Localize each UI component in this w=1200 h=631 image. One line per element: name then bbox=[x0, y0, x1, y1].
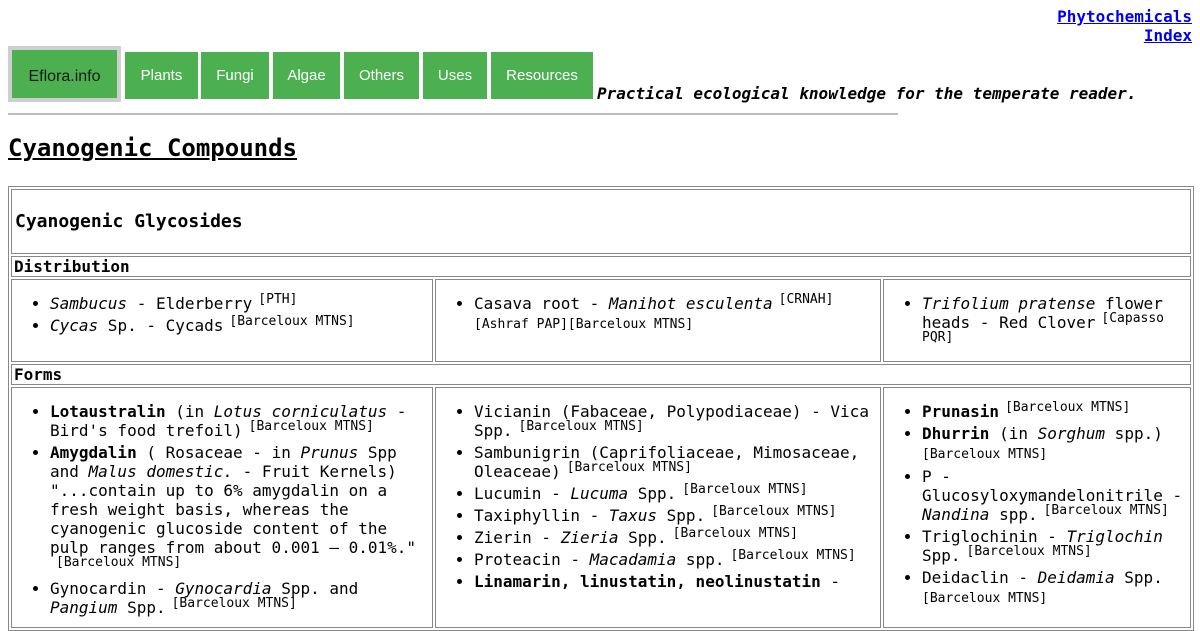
citation: [Barceloux MTNS] bbox=[518, 418, 644, 434]
list-item: Gynocardin - Gynocardia Spp. and Pangium… bbox=[50, 579, 428, 617]
citation: [Barceloux MTNS] bbox=[682, 481, 808, 497]
list-item: Cycas Sp. - Cycads[Barceloux MTNS] bbox=[50, 313, 428, 335]
forms-col2: Vicianin (Fabaceae, Polypodiaceae) - Vic… bbox=[435, 387, 881, 628]
list-item: Linamarin, linustatin, neolinustatin - bbox=[474, 572, 876, 591]
nav-plants-button[interactable]: Plants bbox=[125, 52, 198, 99]
list-item: Proteacin - Macadamia spp.[Barceloux MTN… bbox=[474, 547, 876, 569]
citation: [PTH] bbox=[258, 291, 298, 307]
citation: [Barceloux MTNS] bbox=[672, 525, 798, 541]
citation: [Barceloux MTNS] bbox=[566, 459, 692, 475]
forms-label: Forms bbox=[11, 364, 1191, 385]
list-item: Lucumin - Lucuma Spp.[Barceloux MTNS] bbox=[474, 481, 876, 503]
nav-fungi-button[interactable]: Fungi bbox=[201, 52, 269, 99]
nav-home-button[interactable]: Eflora.info bbox=[8, 46, 121, 102]
list-item: Dhurrin (in Sorghum spp.)[Barceloux MTNS… bbox=[922, 424, 1186, 464]
citation: [Barceloux MTNS] bbox=[922, 591, 1048, 606]
compounds-table: Cyanogenic Glycosides Distribution Sambu… bbox=[8, 186, 1194, 631]
list-item: Casava root - Manihot esculenta[CRNAH][A… bbox=[474, 291, 876, 334]
nav-uses-button[interactable]: Uses bbox=[423, 52, 487, 99]
list-item: Prunasin[Barceloux MTNS] bbox=[922, 399, 1186, 421]
list-item: Deidaclin - Deidamia Spp.[Barceloux MTNS… bbox=[922, 568, 1186, 608]
citation: [Barceloux MTNS] bbox=[711, 503, 837, 519]
citation: [CRNAH] bbox=[778, 291, 834, 307]
phytochemicals-index-link[interactable]: Phytochemicals Index bbox=[1057, 7, 1192, 45]
phytochemicals-index-line2[interactable]: Index bbox=[1144, 26, 1192, 45]
citation: [Barceloux MTNS] bbox=[229, 313, 355, 329]
nav-others-button[interactable]: Others bbox=[344, 52, 419, 99]
list-item: Trifolium pratense flower heads - Red Cl… bbox=[922, 294, 1186, 351]
citation: [Barceloux MTNS] bbox=[1043, 502, 1169, 518]
citation: [Barceloux MTNS] bbox=[171, 595, 297, 611]
list-item: Sambucus - Elderberry[PTH] bbox=[50, 291, 428, 313]
site-tagline: Practical ecological knowledge for the t… bbox=[597, 84, 1137, 103]
citation: [Barceloux MTNS] bbox=[56, 554, 182, 570]
list-item: Triglochinin - Triglochin Spp.[Barceloux… bbox=[922, 527, 1186, 565]
list-item: Amygdalin ( Rosaceae - in Prunus Spp and… bbox=[50, 443, 428, 576]
citation: [Barceloux MTNS] bbox=[248, 418, 374, 434]
citation: [Barceloux MTNS] bbox=[966, 543, 1092, 559]
citation: [Barceloux MTNS] bbox=[1005, 399, 1131, 415]
citation: [Barceloux MTNS] bbox=[730, 547, 856, 563]
list-item: Zierin - Zieria Spp.[Barceloux MTNS] bbox=[474, 525, 876, 547]
nav-resources-button[interactable]: Resources bbox=[491, 52, 593, 99]
nav-algae-button[interactable]: Algae bbox=[273, 52, 340, 99]
forms-col1: Lotaustralin (in Lotus corniculatus - Bi… bbox=[11, 387, 433, 628]
citation: [Barceloux MTNS] bbox=[922, 447, 1048, 462]
distribution-label: Distribution bbox=[11, 256, 1191, 277]
distribution-col1: Sambucus - Elderberry[PTH] Cycas Sp. - C… bbox=[11, 279, 433, 362]
list-item: P - Glucosyloxymandelonitrile - Nandina … bbox=[922, 467, 1186, 524]
table-heading: Cyanogenic Glycosides bbox=[11, 189, 1191, 254]
forms-col3: Prunasin[Barceloux MTNS] Dhurrin (in Sor… bbox=[883, 387, 1191, 628]
list-item: Taxiphyllin - Taxus Spp.[Barceloux MTNS] bbox=[474, 503, 876, 525]
header-divider bbox=[8, 113, 898, 115]
page-title: Cyanogenic Compounds bbox=[8, 134, 297, 162]
citation: [Ashraf PAP][Barceloux MTNS] bbox=[474, 317, 694, 332]
phytochemicals-index-line1[interactable]: Phytochemicals bbox=[1057, 7, 1192, 26]
list-item: Vicianin (Fabaceae, Polypodiaceae) - Vic… bbox=[474, 402, 876, 440]
distribution-col3: Trifolium pratense flower heads - Red Cl… bbox=[883, 279, 1191, 362]
list-item: Lotaustralin (in Lotus corniculatus - Bi… bbox=[50, 402, 428, 440]
distribution-col2: Casava root - Manihot esculenta[CRNAH][A… bbox=[435, 279, 881, 362]
list-item: Sambunigrin (Caprifoliaceae, Mimosaceae,… bbox=[474, 443, 876, 481]
